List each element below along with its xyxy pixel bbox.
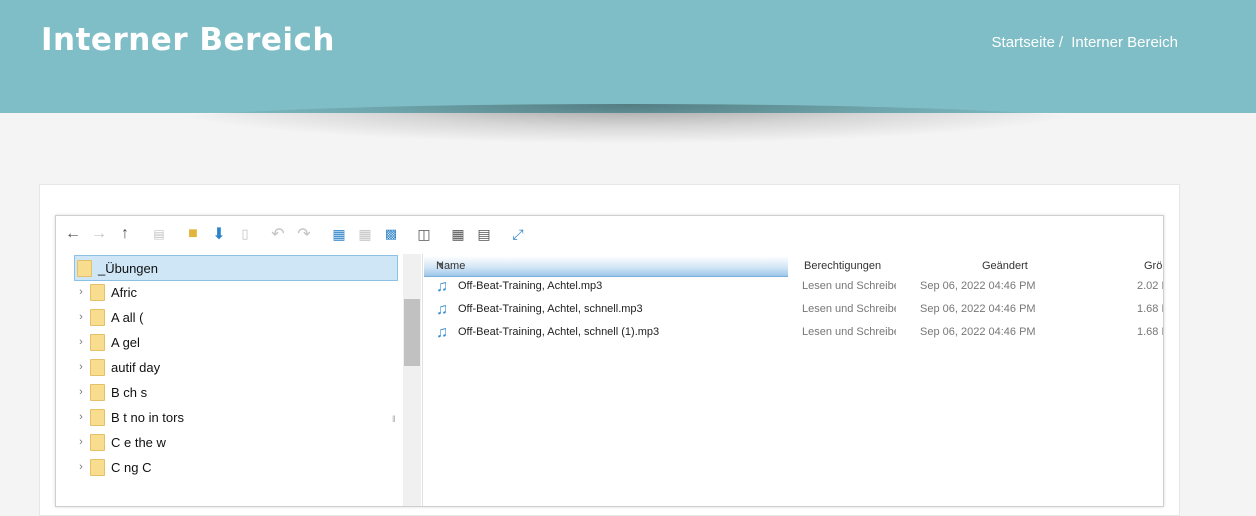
folder-icon (77, 259, 92, 277)
chevron-right-icon[interactable]: › (74, 386, 88, 398)
chevron-right-icon[interactable]: › (74, 361, 88, 373)
file-row[interactable]: ♫ Off-Beat-Training, Achtel, schnell.mp3… (424, 299, 1163, 321)
list-view-icon[interactable]: ▤ (475, 225, 493, 243)
page-header: Interner Bereich Startseite / Interner Be… (0, 0, 1256, 113)
folder-icon (90, 308, 105, 326)
download-icon[interactable]: ⬇ (210, 225, 228, 243)
tree-item-selected[interactable]: _Übungen (74, 255, 398, 281)
audio-file-icon: ♫ (436, 324, 448, 341)
tree-item[interactable]: › A gel (74, 330, 396, 354)
page-title: Interner Bereich (41, 22, 335, 58)
folder-icon (90, 408, 105, 426)
folder-icon (90, 283, 105, 301)
undo-icon[interactable]: ↶ (269, 225, 287, 243)
tree-item[interactable]: › B t no in tors (74, 405, 396, 429)
file-permissions: Lesen und Schreiben (802, 280, 896, 292)
icons-view-icon[interactable]: ▦ (449, 225, 467, 243)
tree-item-label: C e the w (111, 434, 166, 450)
column-header-size[interactable]: Grö (1144, 260, 1162, 272)
folder-icon (90, 383, 105, 401)
breadcrumb-current: Interner Bereich (1071, 34, 1178, 51)
redo-icon[interactable]: ↷ (295, 225, 313, 243)
file-size: 1.68 MB (1137, 326, 1163, 338)
file-row[interactable]: ♫ Off-Beat-Training, Achtel, schnell (1)… (424, 322, 1163, 344)
tree-item[interactable]: › C e the w (74, 430, 396, 454)
tree-item-label: C ng C (111, 459, 152, 475)
tree-item-label: autif day (111, 359, 161, 375)
file-modified: Sep 06, 2022 04:46 PM (920, 280, 1036, 292)
column-header-permissions[interactable]: Berechtigungen (804, 260, 881, 272)
tree-item-label: A all ( (111, 309, 144, 325)
file-name: Off-Beat-Training, Achtel, schnell.mp3 (458, 303, 643, 315)
select-all-icon[interactable]: ▦ (330, 225, 348, 243)
tree-item[interactable]: › B ch s (74, 380, 396, 404)
file-modified: Sep 06, 2022 04:46 PM (920, 303, 1036, 315)
tree-scrollbar[interactable] (403, 254, 421, 506)
folder-icon (90, 458, 105, 476)
folder-tree: _Übungen › Afric › A all ( › A gel › autif … (56, 254, 423, 506)
back-icon[interactable]: ← (64, 225, 82, 243)
audio-file-icon: ♫ (436, 301, 448, 318)
scrollbar-thumb[interactable] (404, 299, 420, 366)
file-name: Off-Beat-Training, Achtel.mp3 (458, 280, 603, 292)
tree-item[interactable]: › C ng C (74, 455, 396, 479)
file-row[interactable]: ♫ Off-Beat-Training, Achtel.mp3 Lesen un… (424, 276, 1163, 298)
file-modified: Sep 06, 2022 04:46 PM (920, 326, 1036, 338)
file-manager: ← → ↑ ▤ ■ ⬇ ▯ ↶ ↷ ▦ ▦ ▩ ◫ ▦ ▤ ⤢ _Übungen… (55, 215, 1164, 507)
chevron-right-icon[interactable]: › (74, 336, 88, 348)
breadcrumb-separator: / (1058, 34, 1064, 51)
tree-item[interactable]: › Afric (74, 280, 396, 304)
toolbar: ← → ↑ ▤ ■ ⬇ ▯ ↶ ↷ ▦ ▦ ▩ ◫ ▦ ▤ ⤢ (56, 216, 1163, 254)
invert-selection-icon[interactable]: ▩ (382, 225, 400, 243)
folder-icon (90, 333, 105, 351)
forward-icon[interactable]: → (90, 225, 108, 243)
new-folder-icon[interactable]: ■ (184, 225, 202, 243)
header-shadow (150, 104, 1106, 144)
audio-file-icon: ♫ (436, 278, 448, 295)
resize-handle-icon[interactable]: ‖ (392, 414, 396, 424)
up-icon[interactable]: ↑ (116, 225, 134, 243)
tree-item[interactable]: › autif day (74, 355, 396, 379)
preview-icon[interactable]: ◫ (415, 225, 433, 243)
fullscreen-icon[interactable]: ⤢ (509, 225, 527, 243)
chevron-right-icon[interactable]: › (74, 436, 88, 448)
sort-down-icon: ▼ (436, 260, 445, 270)
chevron-right-icon[interactable]: › (74, 286, 88, 298)
file-permissions: Lesen und Schreiben (802, 326, 896, 338)
breadcrumb-home-link[interactable]: Startseite (992, 34, 1055, 51)
file-size: 2.02 MB (1137, 280, 1163, 292)
folder-icon (90, 358, 105, 376)
file-size: 1.68 MB (1137, 303, 1163, 315)
column-header-modified[interactable]: Geändert (982, 260, 1028, 272)
tree-item[interactable]: › A all ( (74, 305, 396, 329)
root-icon[interactable]: ▤ (150, 225, 168, 243)
tree-item-label: _Übungen (98, 260, 158, 276)
chevron-right-icon[interactable]: › (74, 311, 88, 323)
folder-icon (90, 433, 105, 451)
tree-item-label: Afric (111, 284, 137, 300)
column-header-name[interactable]: Name ▼ (424, 256, 788, 277)
tree-item-label: A gel (111, 334, 140, 350)
chevron-right-icon[interactable]: › (74, 411, 88, 423)
file-permissions: Lesen und Schreiben (802, 303, 896, 315)
file-name: Off-Beat-Training, Achtel, schnell (1).m… (458, 326, 660, 338)
document-icon[interactable]: ▯ (236, 225, 254, 243)
file-list-header: Name ▼ Berechtigungen Geändert Grö (424, 256, 1163, 277)
file-list: Name ▼ Berechtigungen Geändert Grö ♫ Off… (424, 254, 1163, 506)
chevron-right-icon[interactable]: › (74, 461, 88, 473)
tree-item-label: B ch s (111, 384, 148, 400)
select-none-icon[interactable]: ▦ (356, 225, 374, 243)
tree-item-label: B t no in tors (111, 409, 184, 425)
breadcrumb: Startseite / Interner Bereich (992, 34, 1178, 51)
